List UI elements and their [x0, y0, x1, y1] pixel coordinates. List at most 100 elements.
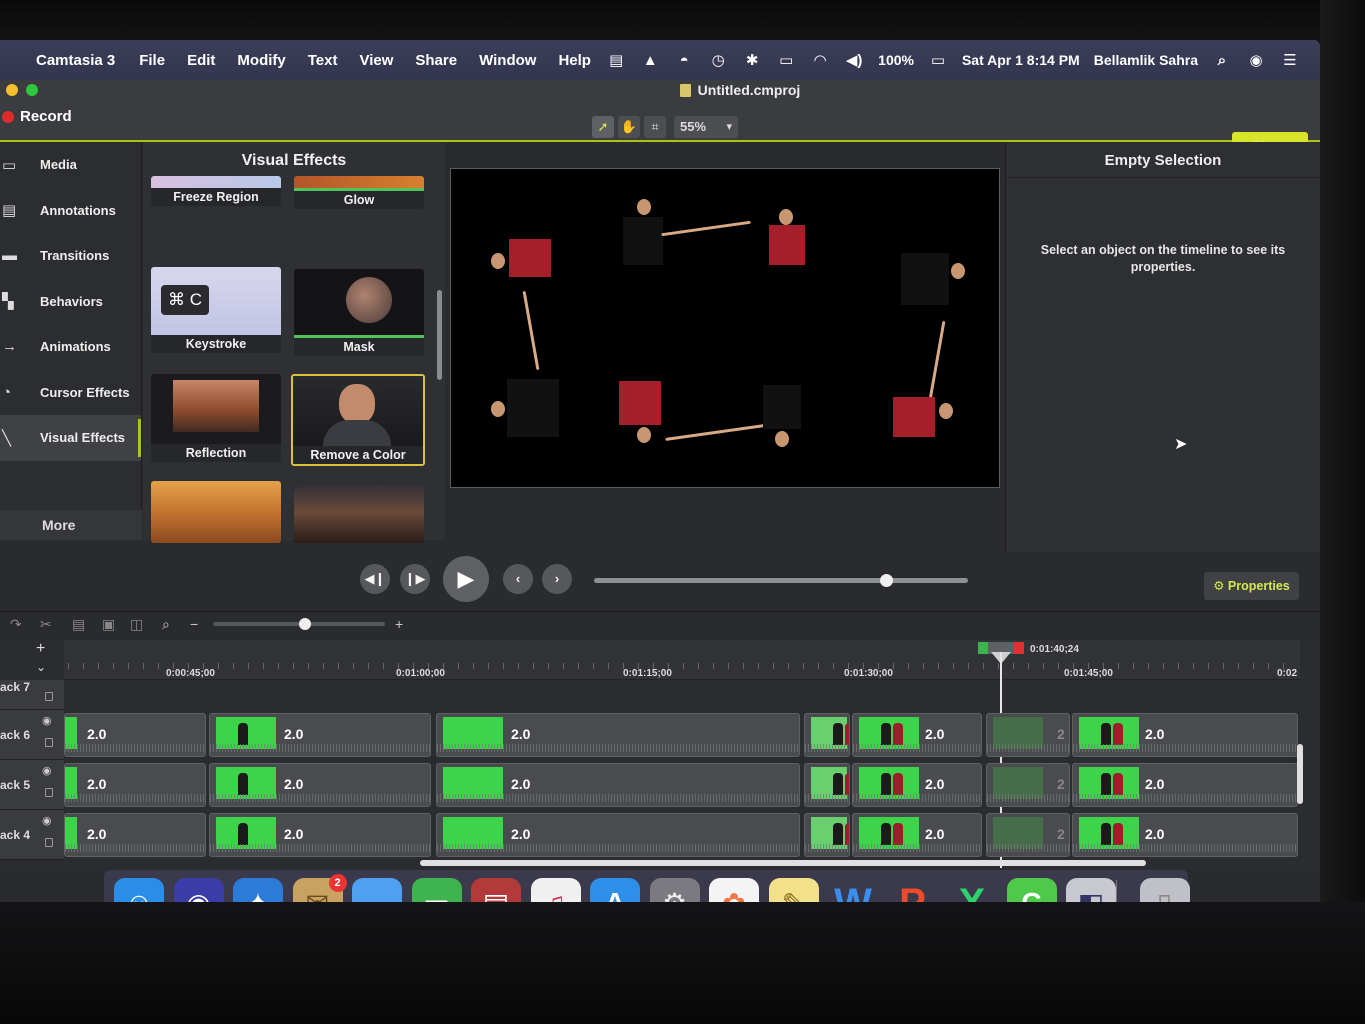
sidebar-item-media[interactable]: ▭ Media	[0, 142, 141, 188]
sidebar-item-transitions[interactable]: ▬ Transitions	[0, 233, 141, 279]
timeline-clip[interactable]	[804, 813, 850, 857]
menu-view[interactable]: View	[359, 52, 393, 69]
timeline-clip[interactable]: 2.0	[852, 763, 982, 807]
effect-tile-keystroke[interactable]: ⌘ C Keystroke	[151, 267, 281, 353]
collapse-tracks-icon[interactable]: ⌄	[36, 660, 46, 674]
split-icon[interactable]: ◫	[130, 616, 143, 633]
select-tool-icon[interactable]: ➚	[592, 116, 614, 138]
safari-icon[interactable]: ✦	[233, 878, 283, 902]
menu-window[interactable]: Window	[479, 52, 536, 69]
menu-edit[interactable]: Edit	[187, 52, 215, 69]
crop-tool-icon[interactable]: ⌗	[644, 116, 666, 138]
zoom-out-icon[interactable]: −	[190, 616, 198, 632]
excel-icon[interactable]: X	[947, 878, 997, 903]
lock-icon[interactable]	[45, 788, 53, 797]
camtasia-icon[interactable]: C	[1006, 878, 1057, 902]
photos-icon[interactable]: ✿	[709, 878, 759, 902]
facetime-icon[interactable]: ▭	[411, 878, 462, 902]
volume-icon[interactable]: ◀)	[844, 51, 864, 69]
menu-modify[interactable]: Modify	[237, 52, 285, 69]
timeline-clip[interactable]: 2.0	[436, 813, 800, 857]
cut-icon[interactable]: ✂	[40, 616, 52, 633]
app-store-icon[interactable]: A	[590, 878, 640, 902]
effect-tile-mountains[interactable]	[294, 481, 424, 543]
scrubber[interactable]	[594, 574, 968, 587]
eye-icon[interactable]: ◉	[42, 714, 52, 727]
zoom-button[interactable]	[26, 84, 38, 96]
timeline-zoom-slider[interactable]	[213, 618, 385, 630]
clock[interactable]: Sat Apr 1 8:14 PM	[962, 52, 1080, 68]
scrubber-knob[interactable]	[879, 574, 893, 587]
add-track-icon[interactable]: +	[36, 640, 45, 658]
drive-icon[interactable]: ▲	[640, 52, 660, 69]
timeline-clip[interactable]: 2	[986, 763, 1070, 807]
notification-center-icon[interactable]: ☰	[1280, 51, 1300, 69]
record-button[interactable]: Record	[0, 108, 72, 125]
menu-file[interactable]: File	[139, 52, 165, 69]
video-canvas[interactable]	[450, 168, 1000, 488]
play-icon[interactable]: ▶	[443, 556, 489, 602]
redo-icon[interactable]: ↷	[10, 616, 22, 633]
messages-icon[interactable]: …	[352, 878, 402, 902]
paste-icon[interactable]: ▣	[102, 616, 115, 633]
timeline-clip[interactable]: 2.0	[209, 813, 431, 857]
sidebar-item-behaviors[interactable]: ▚ Behaviors	[0, 279, 141, 325]
effect-tile-desert[interactable]	[151, 481, 281, 543]
sidebar-item-animations[interactable]: → Animations	[0, 324, 141, 370]
more-button[interactable]: More	[0, 510, 142, 540]
siri-icon[interactable]: ◉	[1246, 51, 1266, 69]
itunes-icon[interactable]: ♫	[530, 878, 581, 902]
user-name[interactable]: Bellamlik Sahra	[1094, 52, 1198, 68]
lock-icon[interactable]	[45, 692, 53, 701]
step-forward-icon[interactable]: ❙▶	[400, 564, 430, 594]
airplay-icon[interactable]: ▭	[776, 51, 796, 69]
previous-marker-icon[interactable]: ‹	[503, 564, 533, 594]
zoom-search-icon[interactable]: ⌕	[162, 616, 170, 633]
menu-share[interactable]: Share	[415, 52, 457, 69]
effect-tile-freeze-region[interactable]: Freeze Region	[151, 176, 281, 206]
timeline-clip[interactable]: 2.0	[209, 713, 431, 757]
mail-icon[interactable]: ✉2	[292, 874, 347, 902]
track-header[interactable]: ack 5 ◉	[0, 760, 64, 810]
lock-icon[interactable]	[45, 838, 53, 847]
bluetooth-icon[interactable]: ✱	[742, 51, 762, 69]
timeline-clip[interactable]	[804, 713, 850, 757]
timeline-zoom-knob[interactable]	[299, 618, 311, 630]
finder-icon[interactable]: ☺	[114, 878, 164, 902]
timeline-clip[interactable]: 2.0	[1072, 813, 1298, 857]
effect-tile-reflection[interactable]: Reflection	[151, 374, 281, 462]
timeline-clip[interactable]	[804, 763, 850, 807]
timeline-horizontal-scrollbar[interactable]	[420, 860, 1146, 866]
zoom-in-icon[interactable]: +	[395, 616, 403, 632]
timeline-vertical-scrollbar[interactable]	[1297, 744, 1303, 804]
next-marker-icon[interactable]: ›	[542, 564, 572, 594]
eye-icon[interactable]: ◉	[42, 814, 52, 827]
timeline-clip[interactable]: 2.0	[64, 813, 206, 857]
timeline-clip[interactable]: 2.0	[64, 763, 206, 807]
zoom-select[interactable]: 55%	[674, 116, 738, 138]
effect-tile-glow[interactable]: Glow	[294, 176, 424, 209]
menu-help[interactable]: Help	[558, 52, 591, 69]
wifi-icon[interactable]: ◠	[810, 51, 830, 69]
sidebar-item-annotations[interactable]: ▤ Annotations	[0, 188, 141, 234]
step-back-icon[interactable]: ◀❙	[360, 564, 390, 594]
sidebar-item-cursor-effects[interactable]: ◔ Cursor Effects	[0, 370, 141, 416]
timeline-clip[interactable]: 2.0	[436, 763, 800, 807]
timeline-clip[interactable]: 2.0	[209, 763, 431, 807]
effect-tile-remove-a-color[interactable]: Remove a Color	[291, 374, 425, 466]
track-header[interactable]: ack 6 ◉	[0, 710, 64, 760]
lock-icon[interactable]	[45, 738, 53, 747]
battery-icon[interactable]: ▭	[928, 51, 948, 69]
timeline-ruler[interactable]: 0:00:45;00 0:01:00;00 0:01:15;00 0:01:30…	[64, 640, 1300, 868]
cloud-icon[interactable]: ◓	[674, 52, 694, 69]
timeline-clip[interactable]: 2.0	[1072, 763, 1298, 807]
pan-tool-icon[interactable]: ✋	[618, 116, 640, 138]
powerpoint-icon[interactable]: P	[888, 878, 938, 903]
time-machine-icon[interactable]: ◷	[708, 51, 728, 69]
photo-booth-icon[interactable]: ▤	[471, 878, 521, 902]
sidebar-item-visual-effects[interactable]: ╲ Visual Effects	[0, 415, 141, 461]
notes-icon[interactable]: ✎	[768, 878, 819, 902]
effect-tile-mask[interactable]: Mask	[294, 269, 424, 356]
timeline-clip[interactable]: 2	[986, 813, 1070, 857]
track-header[interactable]: ack 4 ◉	[0, 810, 64, 860]
